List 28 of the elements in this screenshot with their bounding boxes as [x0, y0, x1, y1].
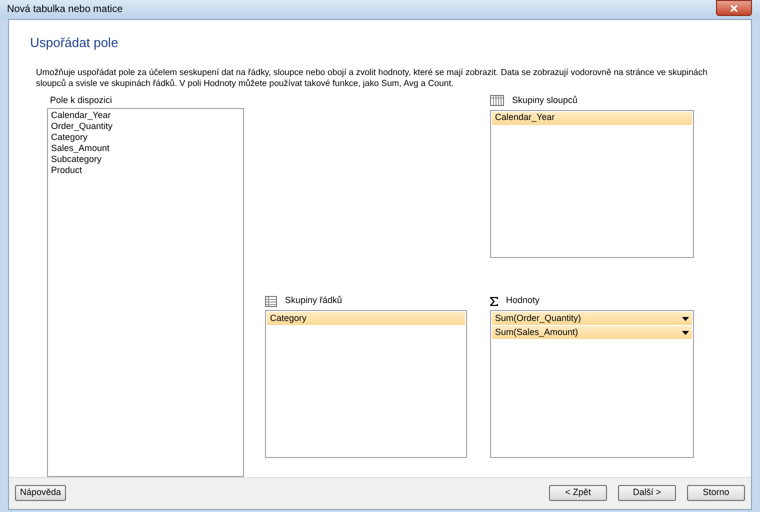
- group-item[interactable]: Sum(Order_Quantity): [492, 312, 692, 325]
- group-label: Skupiny řádků: [285, 294, 342, 308]
- group-label: Hodnoty: [506, 294, 540, 308]
- field-item[interactable]: Category: [51, 132, 240, 142]
- field-item[interactable]: Order_Quantity: [51, 120, 240, 132]
- sigma-icon: [490, 296, 498, 306]
- description-text: Umožňuje uspořádat pole za účelem seskupení dat na řádky, sloupce nebo obojí a zvolit hodnoty, které se mají zobrazit. Data se zobrazují vodorovně na stránce ve skupinách sloupců a svisle ve skupinách řádků. V poli Hodnoty můžete používat takové funkce, jako Sum, Avg a Count.: [36, 66, 708, 88]
- close-button[interactable]: [716, 0, 752, 16]
- close-icon: [730, 4, 738, 12]
- field-item[interactable]: Calendar_Year: [51, 110, 240, 120]
- nav-button[interactable]: Storno: [687, 485, 745, 501]
- nav-button[interactable]: Další >: [618, 485, 676, 501]
- group-item[interactable]: Calendar_Year: [492, 112, 692, 124]
- field-item[interactable]: Subcategory: [51, 154, 240, 164]
- dropdown-arrow-icon[interactable]: [682, 316, 689, 320]
- field-item[interactable]: Product: [51, 164, 240, 176]
- dropdown-arrow-icon[interactable]: [682, 330, 689, 334]
- columns-icon: [490, 95, 504, 106]
- field-item[interactable]: Sales_Amount: [51, 142, 240, 154]
- group-item[interactable]: Sum(Sales_Amount): [492, 326, 692, 339]
- page-heading: Uspořádat pole: [30, 34, 120, 52]
- rows-icon: [265, 296, 277, 306]
- group-label: Skupiny sloupců: [512, 94, 578, 107]
- group-item[interactable]: Category: [267, 312, 465, 325]
- window-title: Nová tabulka nebo matice: [7, 3, 123, 17]
- available-fields-label: Pole k dispozici: [50, 94, 114, 107]
- help-button[interactable]: Nápověda: [15, 485, 66, 501]
- nav-button[interactable]: < Zpět: [549, 485, 607, 501]
